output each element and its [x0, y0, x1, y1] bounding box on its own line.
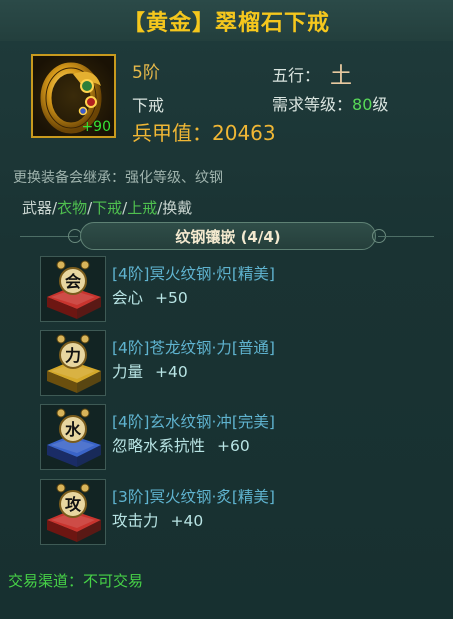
gem-row[interactable]: 会 [4阶]冥火纹钢·炽[精美] 会心 +50: [40, 256, 440, 324]
gem-row[interactable]: 水 [4阶]玄水纹钢·冲[完美] 忽略水系抗性 +60: [40, 404, 440, 472]
gem-icon: 力: [40, 330, 106, 396]
gem-icon: 水: [40, 404, 106, 470]
section-header: 纹钢镶嵌 (4/4): [0, 219, 453, 253]
element-value: 土: [330, 64, 353, 89]
inherit-note: 更换装备会继承：强化等级、纹钢: [13, 170, 223, 186]
gem-name: [3阶]冥火纹钢·炙[精美]: [112, 488, 275, 506]
gem-name: [4阶]冥火纹钢·炽[精美]: [112, 265, 275, 283]
gem-row[interactable]: 攻 [3阶]冥火纹钢·炙[精美] 攻击力 +40: [40, 479, 440, 547]
gem-char: 会: [65, 272, 81, 291]
tab-weapon[interactable]: 武器/: [22, 199, 57, 217]
tab-upper-ring[interactable]: 上戒: [127, 199, 157, 217]
gem-stat: 忽略水系抗性 +60: [112, 434, 250, 456]
section-title: 纹钢镶嵌 (4/4): [80, 222, 376, 250]
req-suffix: 级: [372, 95, 389, 114]
power-label: 兵甲值：: [132, 121, 212, 145]
req-label: 需求等级：: [272, 95, 353, 114]
item-tier: 5阶: [132, 63, 160, 83]
gem-char: 力: [65, 346, 81, 365]
gem-char: 水: [65, 420, 82, 439]
gem-char: 攻: [65, 495, 82, 514]
gem-name: [4阶]苍龙纹钢·力[普通]: [112, 339, 275, 357]
item-title: 【黄金】翠榴石下戒: [0, 0, 453, 41]
element-row: 五行： 土: [272, 58, 352, 90]
gem-name: [4阶]玄水纹钢·冲[完美]: [112, 413, 275, 431]
enhance-level: +90: [81, 119, 111, 135]
power-value: 20463: [212, 121, 276, 145]
gem-icon: 攻: [40, 479, 106, 545]
requirement-row: 需求等级：80级: [272, 91, 388, 115]
gem-stat: 攻击力 +40: [112, 509, 203, 531]
element-label: 五行：: [272, 66, 321, 85]
gem-icon: 会: [40, 256, 106, 322]
gem-stat-value: +40: [155, 363, 188, 381]
combat-power: 兵甲值：20463: [132, 117, 276, 146]
gem-stat-value: +50: [155, 289, 188, 307]
req-level: 80: [352, 95, 373, 114]
gem-stat: 力量 +40: [112, 360, 188, 382]
gem-stat-value: +60: [217, 437, 250, 455]
item-icon-frame: +90: [31, 54, 116, 138]
cropped-tabs: 武器/衣物/下戒/上戒/换戴: [22, 199, 322, 217]
trade-channel: 交易渠道：不可交易: [8, 572, 144, 590]
gem-stat-label: 力量: [112, 363, 144, 381]
item-tooltip: 【黄金】翠榴石下戒 +90 5阶 下戒 兵甲值：20463 五行： 土 需求等级…: [0, 0, 453, 619]
gem-row[interactable]: 力 [4阶]苍龙纹钢·力[普通] 力量 +40: [40, 330, 440, 398]
gem-stat-label: 攻击力: [112, 512, 159, 530]
gem-stat: 会心 +50: [112, 286, 188, 308]
gem-stat-value: +40: [170, 512, 204, 530]
tab-swap[interactable]: 换戴: [162, 199, 192, 217]
item-slot: 下戒: [132, 96, 165, 115]
tab-clothes[interactable]: 衣物: [57, 199, 87, 217]
gem-stat-label: 会心: [112, 289, 144, 307]
gem-stat-label: 忽略水系抗性: [112, 437, 206, 455]
divider: [378, 236, 434, 237]
tab-lower-ring[interactable]: 下戒: [92, 199, 122, 217]
